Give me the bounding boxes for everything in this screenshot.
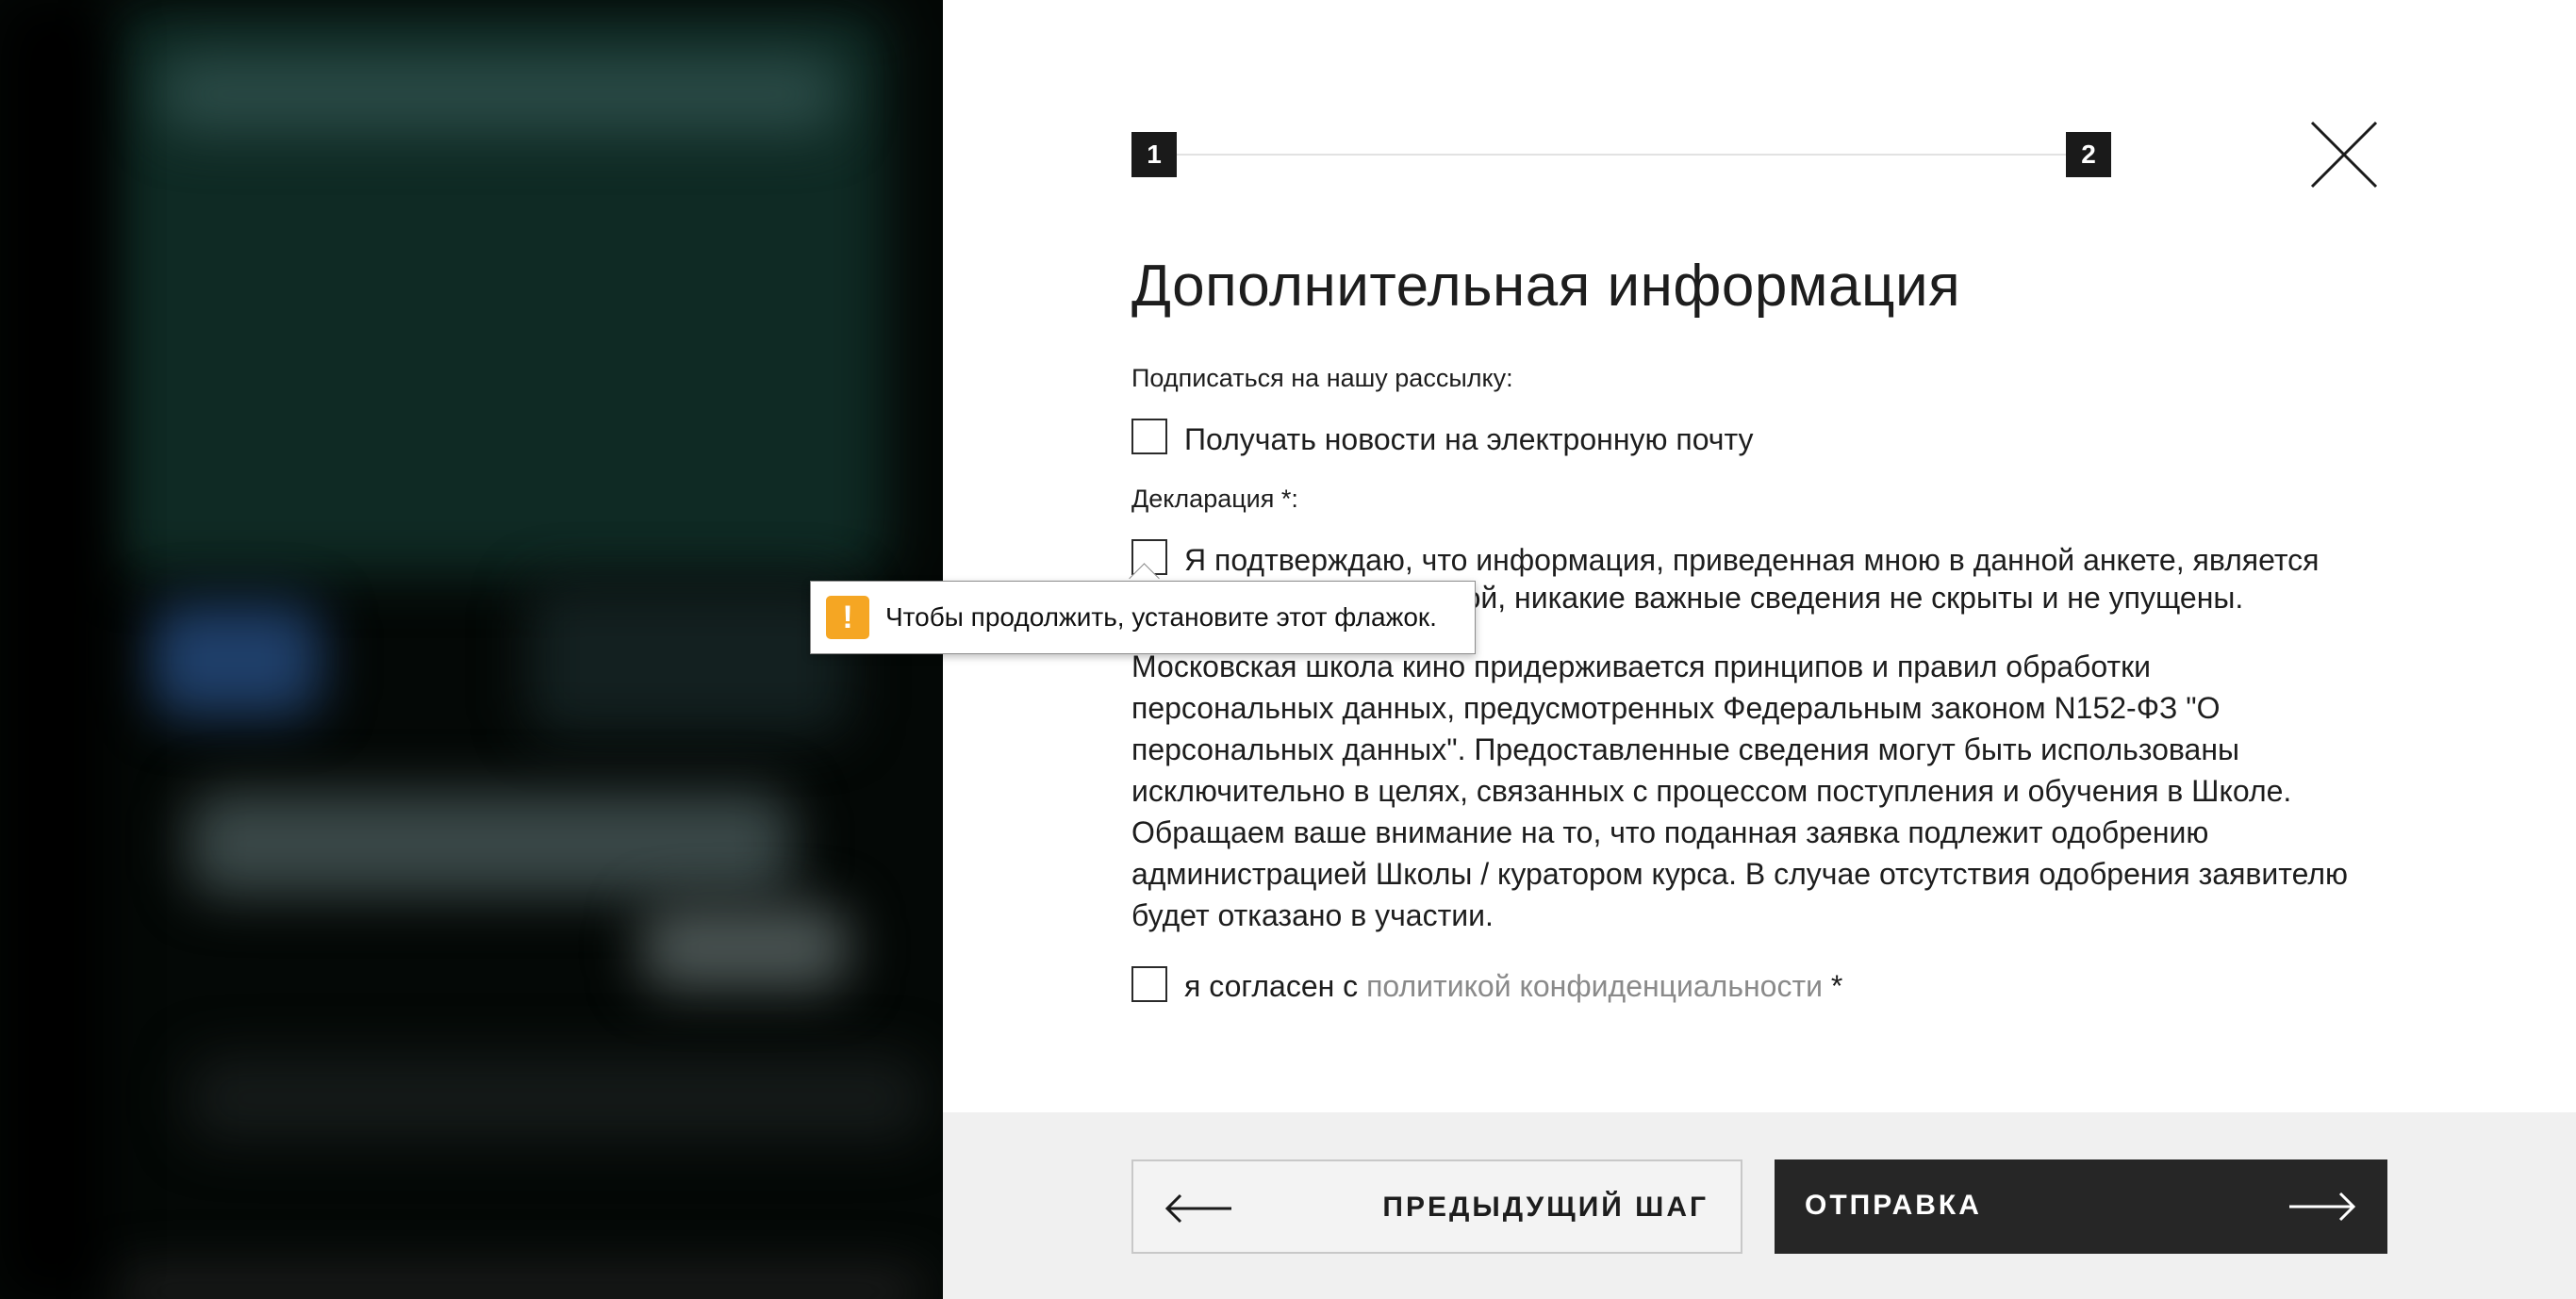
page-title: Дополнительная информация (1131, 254, 1961, 319)
privacy-consent-checkbox[interactable] (1131, 966, 1167, 1002)
declaration-label-line-1: Я подтверждаю, что информация, приведенн… (1184, 543, 2320, 577)
background-blur-region (160, 57, 839, 132)
background-blur-region (0, 0, 104, 1299)
previous-step-label: ПРЕДЫДУЩИЙ ШАГ (1382, 1192, 1709, 1223)
tooltip-message: Чтобы продолжить, установите этот флажок… (885, 602, 1437, 632)
step-indicator-2: 2 (2066, 132, 2111, 177)
submit-label: ОТПРАВКА (1805, 1190, 1982, 1221)
background-blur-region (641, 905, 849, 990)
privacy-policy-link[interactable]: политикой конфиденциальности (1366, 969, 1823, 1003)
required-asterisk: * (1830, 969, 1843, 1003)
arrow-left-icon (1164, 1193, 1231, 1224)
close-button[interactable] (2310, 121, 2378, 189)
warning-icon: ! (826, 596, 869, 639)
submit-button[interactable]: ОТПРАВКА (1775, 1159, 2387, 1254)
background-blur-region (189, 792, 792, 896)
privacy-consent-label[interactable]: я согласен с политикой конфиденциальност… (1184, 967, 1842, 1005)
previous-step-button[interactable]: ПРЕДЫДУЩИЙ ШАГ (1131, 1159, 1742, 1254)
newsletter-section-label: Подписаться на нашу рассылку: (1131, 364, 1513, 392)
step-indicator-1: 1 (1131, 132, 1177, 177)
validation-tooltip: ! Чтобы продолжить, установите этот флаж… (810, 581, 1476, 654)
blurred-background-page (0, 0, 943, 1299)
step-progress-line (1177, 154, 2066, 156)
newsletter-checkbox-label[interactable]: Получать новости на электронную почту (1184, 420, 1753, 458)
arrow-right-icon (2289, 1192, 2356, 1222)
background-blur-region (113, 1273, 924, 1299)
declaration-section-label: Декларация *: (1131, 485, 1298, 513)
consent-prefix: я согласен с (1184, 969, 1359, 1003)
background-blur-region (151, 603, 321, 716)
background-blur-region (528, 584, 849, 735)
background-blur-region (189, 1056, 924, 1141)
close-icon (2310, 121, 2378, 189)
privacy-paragraph: Московская школа кино придерживается при… (1131, 650, 2348, 932)
newsletter-checkbox[interactable] (1131, 419, 1167, 454)
